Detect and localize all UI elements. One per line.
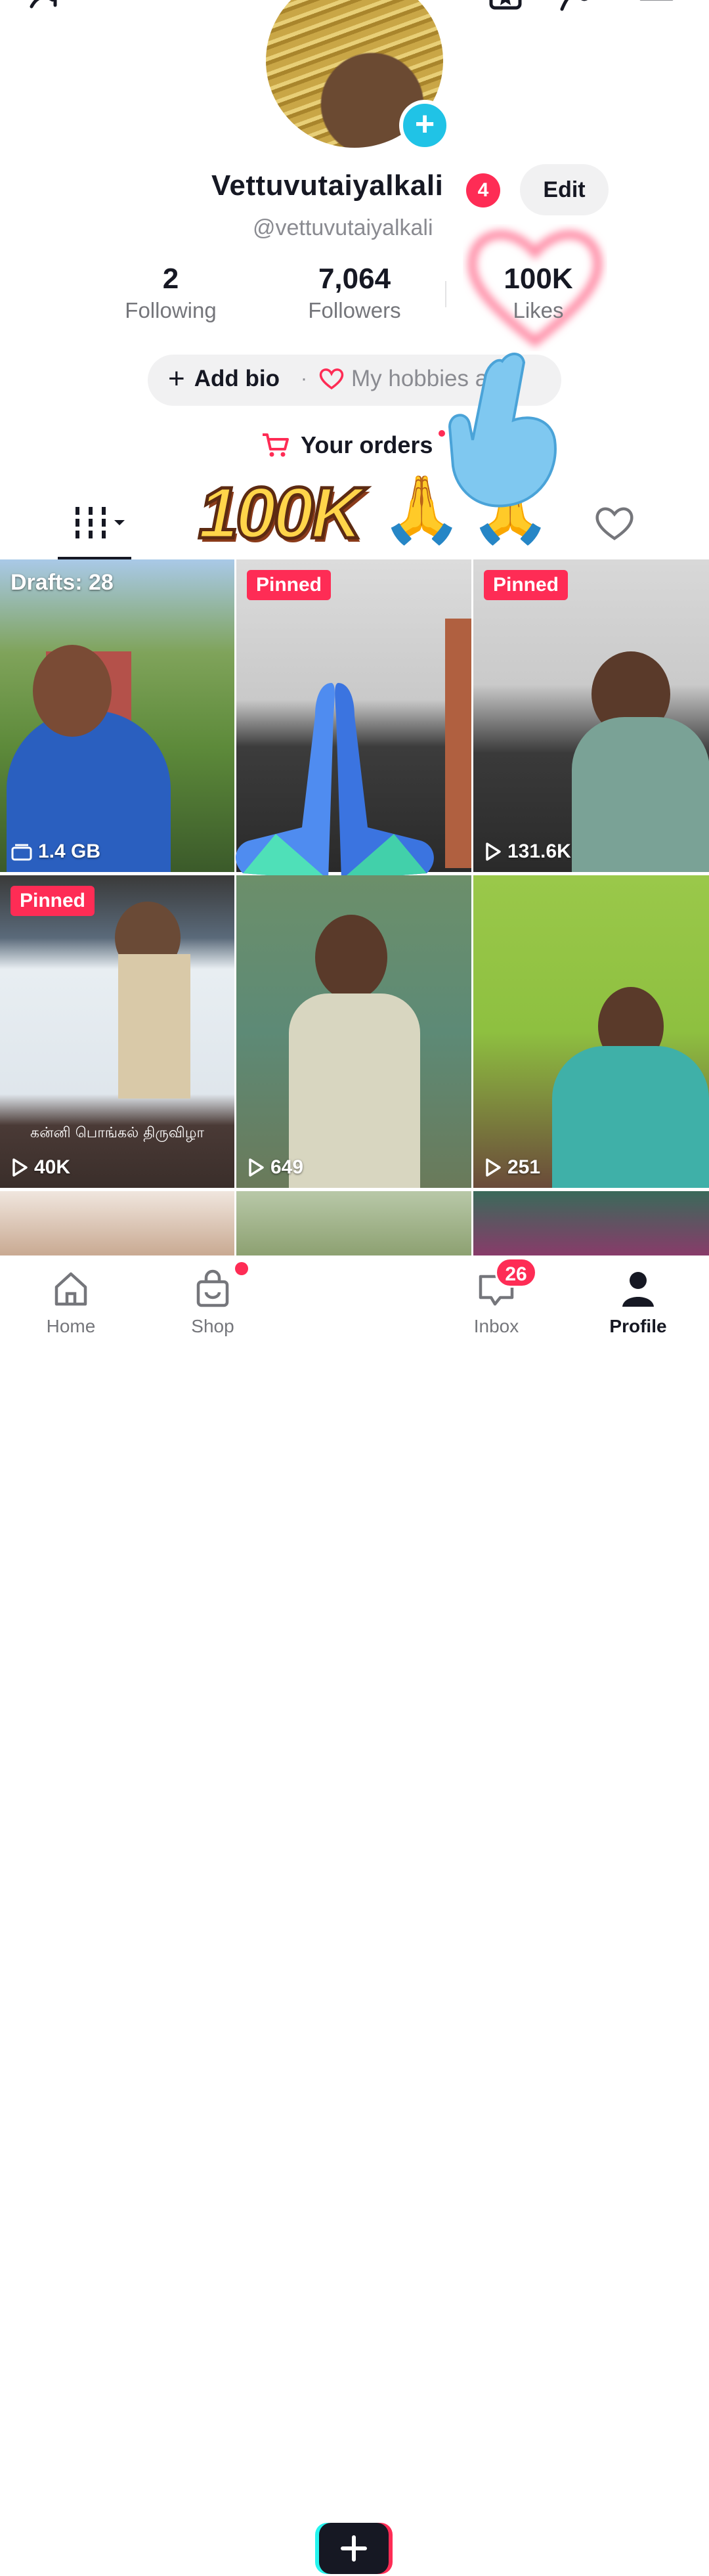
play-icon [249,1158,264,1177]
nav-profile[interactable]: Profile [579,1255,697,1336]
view-count: 251 [484,1156,540,1179]
nav-profile-label: Profile [609,1316,667,1336]
storage-icon [11,844,32,861]
menu-icon[interactable] [637,0,676,13]
nav-shop-label: Shop [191,1316,234,1336]
likes-label: Likes [513,298,564,322]
stats-divider [445,281,446,307]
play-icon [12,1158,28,1177]
add-bio-button[interactable]: + Add bio [168,362,280,395]
draft-size: 1.4 GB [11,840,100,863]
following-count: 2 [162,263,179,295]
view-count: 40K [11,1156,70,1179]
plus-icon: + [168,362,185,395]
favorites-icon[interactable] [486,0,525,13]
your-orders-link[interactable]: Your orders [261,431,433,459]
pointing-hand-icon [448,353,557,508]
praying-hands-icon [236,683,434,880]
likes-stat[interactable]: 100K Likes [473,263,604,323]
shop-notification-dot [235,1262,248,1275]
create-plus-icon [315,2523,393,2574]
username-handle: @vettuvutaiyalkali [253,215,433,240]
video-tile[interactable] [0,1191,234,1257]
video-tile[interactable]: 649 [236,875,471,1188]
pinned-badge: Pinned [484,570,569,600]
heart-outline-icon [319,368,344,390]
view-count-text: 649 [270,1156,304,1178]
video-tile[interactable] [236,1191,471,1257]
pinned-badge: Pinned [247,570,332,600]
add-avatar-plus-icon[interactable]: + [399,100,450,151]
view-count: 131.6K [484,840,571,863]
liked-videos-tab-icon[interactable] [594,504,635,541]
view-count-text: 40K [34,1156,71,1178]
draft-size-text: 1.4 GB [38,840,101,862]
edit-profile-button[interactable]: Edit [520,164,609,215]
video-tile[interactable]: 251 [473,875,709,1188]
video-caption: கன்னி பொங்கல் திருவிழா [30,1125,204,1141]
display-name: Vettuvutaiyalkali [211,169,444,202]
create-button[interactable] [315,2523,393,2574]
celebration-text: 100K [197,471,365,556]
play-icon [486,842,501,861]
followers-count: 7,064 [318,263,391,295]
activity-icon[interactable] [558,0,597,13]
play-icon [486,1158,501,1177]
profile-person-icon [622,1272,654,1307]
followers-stat[interactable]: 7,064 Followers [289,263,420,323]
add-bio-label: Add bio [194,366,280,391]
bottom-nav: Home Shop Inbox Profile [0,1255,709,2574]
followers-label: Followers [308,298,401,322]
nav-home-label: Home [46,1316,96,1336]
add-friend-icon[interactable] [26,0,66,13]
inbox-badge: 26 [495,1257,537,1288]
following-label: Following [125,298,217,322]
pinned-badge: Pinned [11,886,95,916]
drafts-tile[interactable]: Drafts: 28 1.4 GB [0,559,234,872]
your-orders-label: Your orders [301,431,433,458]
nav-home[interactable]: Home [12,1255,130,1336]
nav-inbox-label: Inbox [473,1316,519,1336]
likes-count: 100K [504,263,573,295]
cart-icon [263,433,289,457]
nav-shop[interactable]: Shop [154,1255,272,1336]
bio-separator: · [301,368,307,389]
video-tile[interactable]: Pinned 131.6K [473,559,709,872]
view-count-text: 131.6K [507,840,571,862]
shop-bag-icon [196,1269,229,1307]
video-tile[interactable]: Pinned கன்னி பொங்கல் திருவிழா 40K [0,875,234,1188]
drafts-label: Drafts: 28 [11,570,114,595]
view-count: 649 [247,1156,303,1179]
home-icon [54,1272,87,1306]
view-count-text: 251 [507,1156,541,1178]
notification-badge: 4 [466,173,500,207]
following-stat[interactable]: 2 Following [105,263,236,323]
video-tile[interactable] [473,1191,709,1257]
videos-grid-tab-icon[interactable] [74,503,129,542]
